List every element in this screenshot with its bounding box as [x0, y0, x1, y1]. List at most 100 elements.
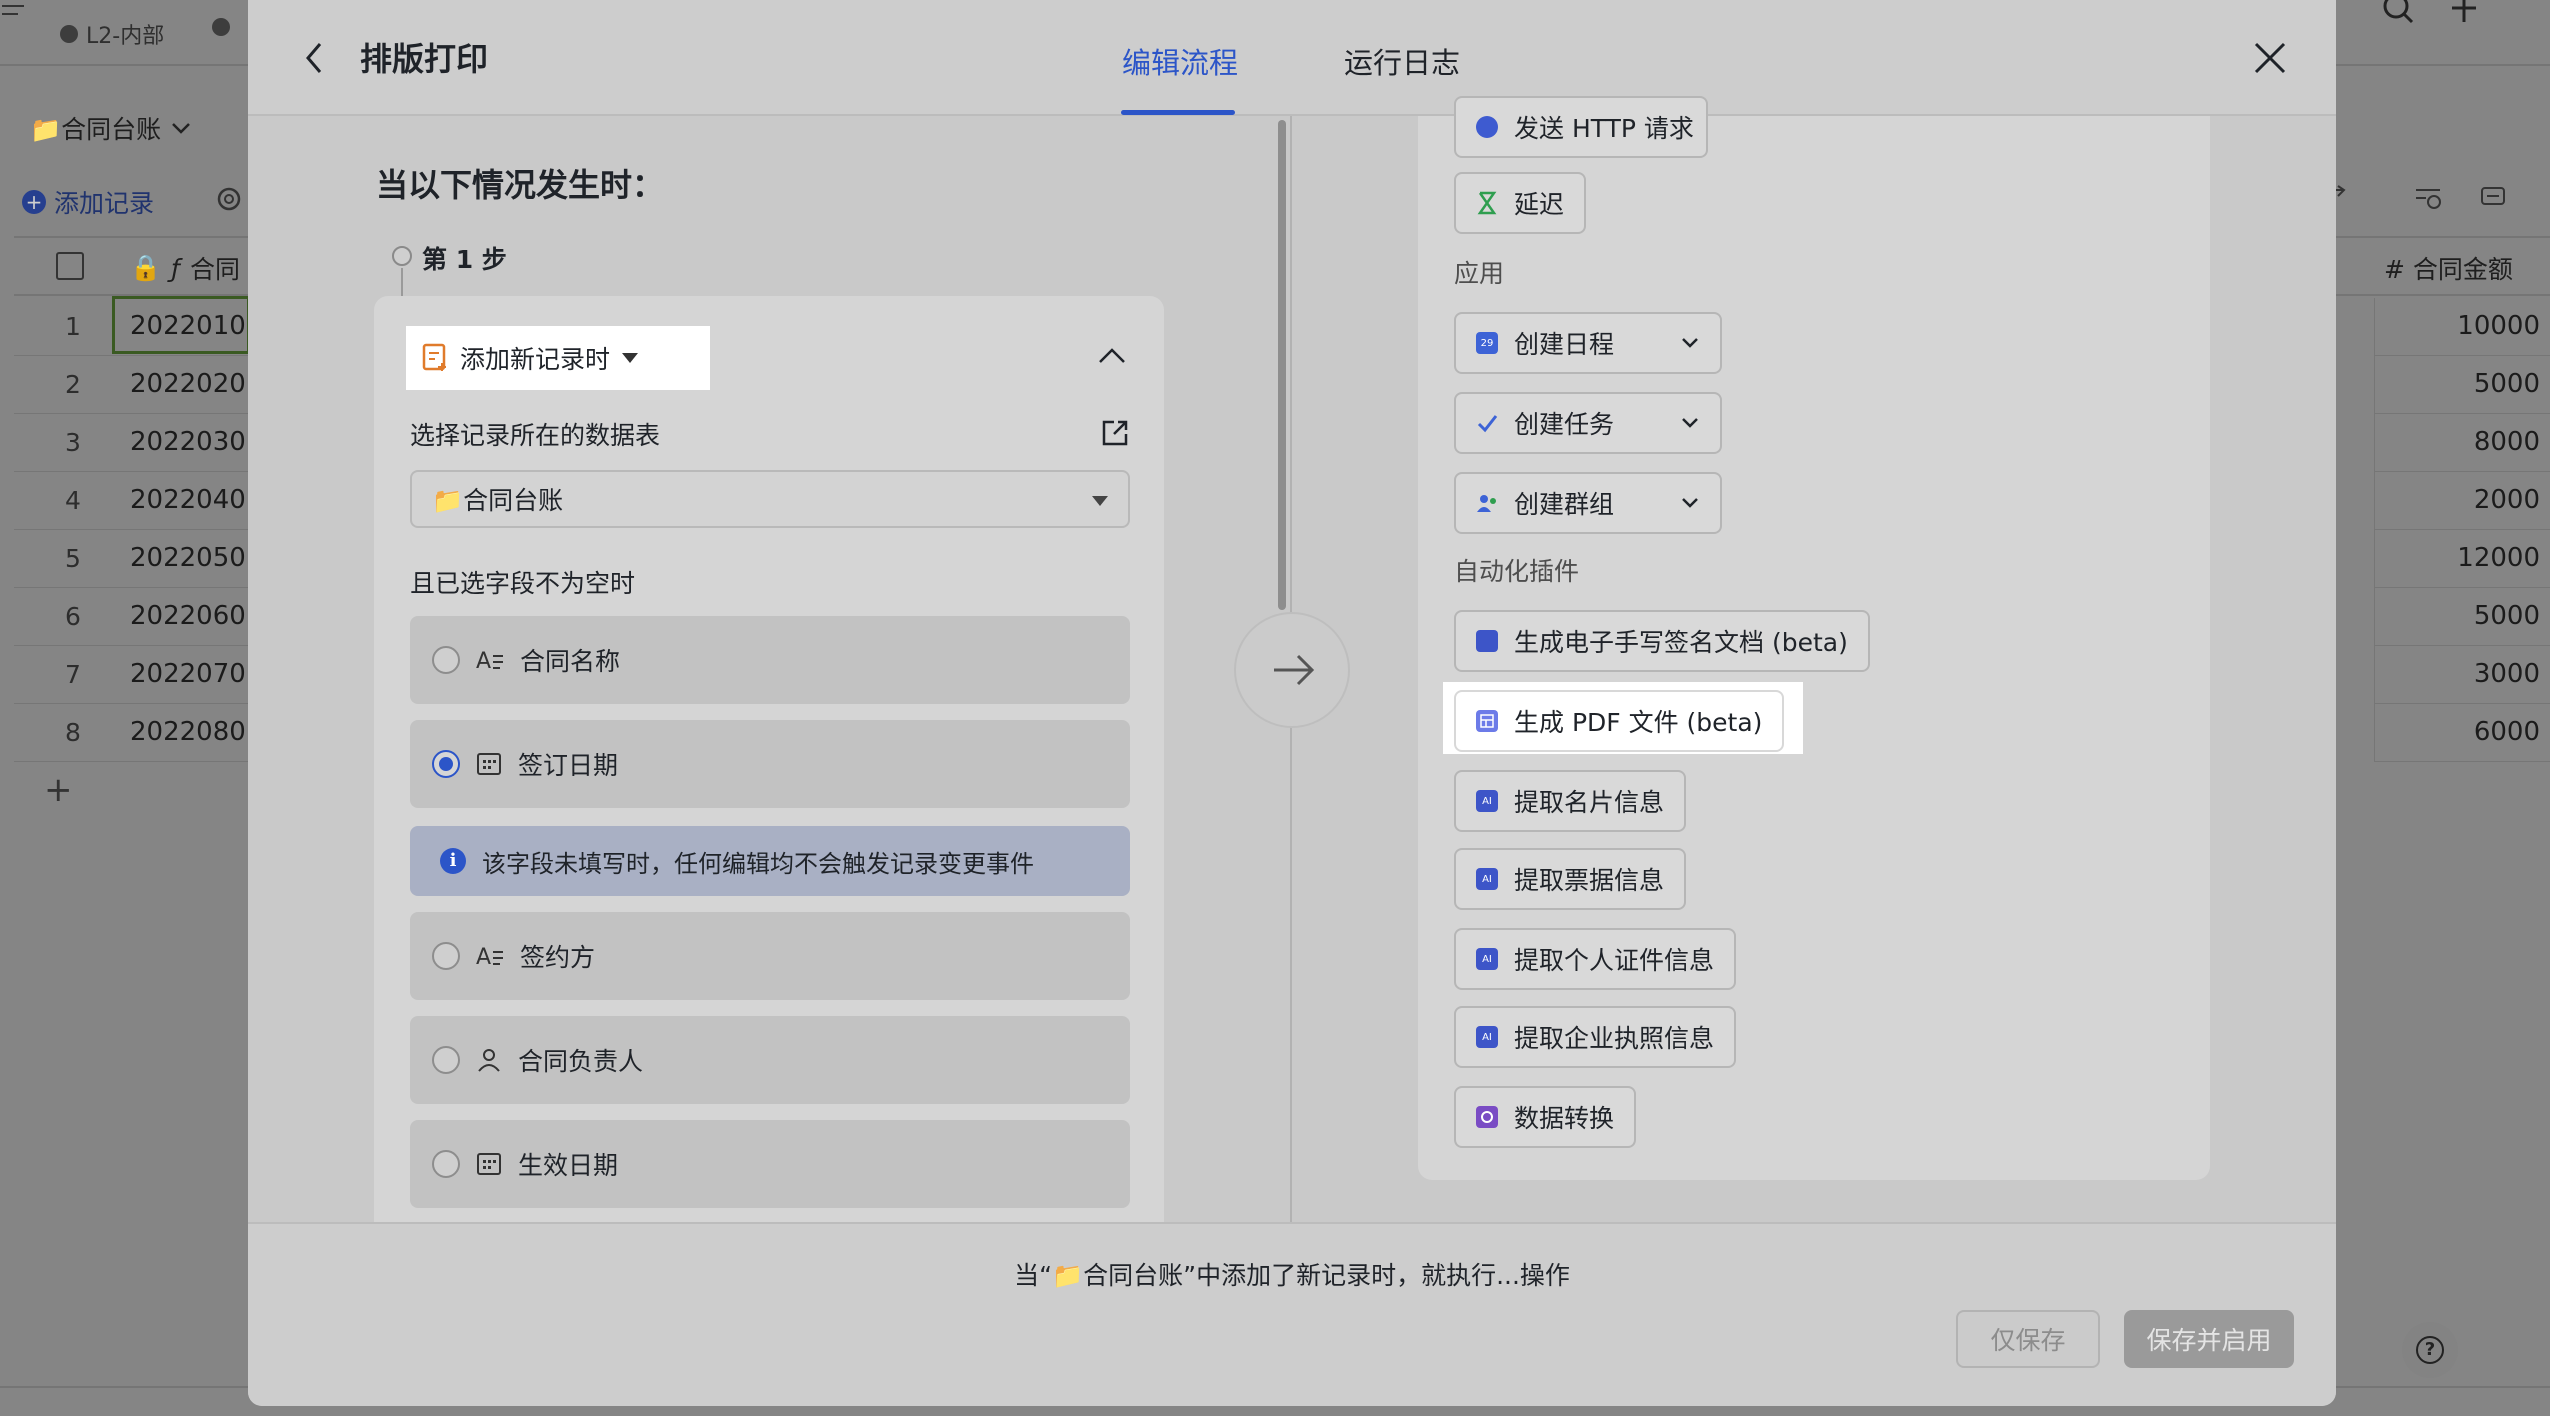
plugin-extract-business-card[interactable]: AI 提取名片信息	[1454, 770, 1687, 832]
radio-button-selected[interactable]	[432, 750, 460, 778]
action-create-group[interactable]: 创建群组	[1454, 472, 1722, 534]
action-create-task[interactable]: 创建任务	[1454, 392, 1722, 454]
radio-button[interactable]	[432, 1046, 460, 1074]
plugin-extract-receipt[interactable]: AI 提取票据信息	[1454, 848, 1687, 910]
table-select[interactable]: 📁合同台账	[410, 470, 1130, 528]
select-all-checkbox[interactable]	[56, 252, 84, 280]
pdf-doc-icon	[1476, 710, 1498, 732]
ai-doc-icon: AI	[1476, 868, 1498, 890]
table-row[interactable]: 4 20220401	[14, 472, 262, 530]
info-tag-icon	[212, 18, 230, 36]
action-create-event[interactable]: 29 创建日程	[1454, 312, 1722, 374]
amount-cell[interactable]: 2000	[2374, 472, 2550, 530]
radio-button[interactable]	[432, 1150, 460, 1178]
amount-cell[interactable]: 5000	[2374, 356, 2550, 414]
save-and-enable-button[interactable]: 保存并启用	[2124, 1310, 2294, 1368]
field-option-label: 签约方	[520, 943, 596, 972]
collapse-chevron-icon[interactable]	[1096, 344, 1128, 368]
amount-value: 10000	[2457, 311, 2540, 341]
trigger-type-select[interactable]: 添加新记录时	[406, 326, 710, 390]
add-record-button[interactable]: + 添加记录	[22, 184, 154, 220]
ai-doc-icon: AI	[1476, 1026, 1498, 1048]
search-icon[interactable]	[2378, 0, 2418, 28]
amount-value: 2000	[2473, 485, 2540, 515]
amount-cell[interactable]: 5000	[2374, 588, 2550, 646]
field-option[interactable]: 生效日期	[410, 1120, 1130, 1208]
amount-cell[interactable]: 6000	[2374, 704, 2550, 762]
signature-doc-icon	[1476, 630, 1498, 652]
close-icon[interactable]	[2250, 38, 2290, 78]
amount-cell[interactable]: 12000	[2374, 530, 2550, 588]
contract-id-cell[interactable]: 20220601	[130, 601, 262, 631]
filter-search-icon[interactable]	[2412, 184, 2446, 214]
amount-cell[interactable]: 3000	[2374, 646, 2550, 704]
column-header-amount[interactable]: # 合同金额	[2384, 250, 2513, 286]
table-row[interactable]: 8 20220801	[14, 704, 262, 762]
info-icon: i	[440, 848, 466, 874]
field-option-label: 生效日期	[518, 1151, 619, 1180]
svg-text:A: A	[476, 649, 491, 672]
step-indicator	[392, 246, 412, 266]
scrollbar[interactable]	[1278, 120, 1286, 610]
open-external-icon[interactable]	[1100, 418, 1130, 448]
data-convert-icon	[1476, 1106, 1498, 1128]
field-option[interactable]: 签订日期	[410, 720, 1130, 808]
contract-id-cell[interactable]: 20220701	[130, 659, 262, 689]
record-add-icon	[422, 343, 448, 373]
table-row[interactable]: 3 20220301	[14, 414, 262, 472]
amount-value: 12000	[2457, 543, 2540, 573]
radio-button[interactable]	[432, 942, 460, 970]
contract-id-cell[interactable]: 20220401	[130, 485, 262, 515]
field-option[interactable]: A 合同名称	[410, 616, 1130, 704]
radio-button[interactable]	[432, 646, 460, 674]
chevron-down-icon	[1680, 416, 1700, 430]
amount-cell[interactable]: 8000	[2374, 414, 2550, 472]
plugin-generate-pdf[interactable]: 生成 PDF 文件 (beta)	[1454, 690, 1785, 752]
date-field-icon	[476, 1151, 502, 1177]
view-selector[interactable]: 📁合同台账	[30, 110, 193, 146]
hourglass-icon	[1476, 191, 1498, 215]
field-option-label: 签订日期	[518, 751, 619, 780]
amount-value: 8000	[2473, 427, 2540, 457]
row-number: 7	[65, 660, 81, 689]
contract-id-cell[interactable]: 20220501	[130, 543, 262, 573]
contract-id-cell[interactable]: 20220201	[130, 369, 262, 399]
settings-icon[interactable]	[214, 184, 244, 214]
contract-id-cell[interactable]: 20220801	[130, 717, 262, 747]
field-option-label: 合同负责人	[518, 1047, 644, 1076]
help-button[interactable]: ?	[2402, 1322, 2458, 1378]
plugin-extract-id[interactable]: AI 提取个人证件信息	[1454, 928, 1737, 990]
step-label: 第 1 步	[422, 245, 507, 274]
plugin-handwritten-signature[interactable]: 生成电子手写签名文档 (beta)	[1454, 610, 1870, 672]
trigger-type-value: 添加新记录时	[460, 345, 611, 374]
trigger-card: 添加新记录时 选择记录所在的数据表 📁合同台账 且已选字段不为空时 A 合同名称	[374, 296, 1164, 1256]
automation-modal: 排版打印 编辑流程 运行日志 当以下情况发生时： 第 1 步 添加新记录时 选择…	[248, 0, 2336, 1406]
info-notice: i 该字段未填写时，任何编辑均不会触发记录变更事件	[410, 826, 1130, 896]
action-http-request[interactable]: 发送 HTTP 请求	[1454, 96, 1708, 158]
section-apps: 应用	[1454, 259, 1505, 288]
table-row[interactable]: 2 20220201	[14, 356, 262, 414]
section-plugins: 自动化插件	[1454, 557, 1580, 586]
tab-edit-flow[interactable]: 编辑流程	[1122, 40, 1238, 82]
add-icon[interactable]	[2446, 0, 2482, 28]
action-delay[interactable]: 延迟	[1454, 172, 1587, 234]
comment-icon[interactable]	[2478, 184, 2510, 214]
column-header-name[interactable]: 🔒 ƒ 合同	[130, 250, 240, 286]
field-option[interactable]: A 签约方	[410, 912, 1130, 1000]
row-number: 8	[65, 718, 81, 747]
field-option[interactable]: 合同负责人	[410, 1016, 1130, 1104]
table-row[interactable]: 5 20220501	[14, 530, 262, 588]
plugin-data-conversion[interactable]: 数据转换	[1454, 1086, 1637, 1148]
plugin-extract-license[interactable]: AI 提取企业执照信息	[1454, 1006, 1737, 1068]
save-only-button[interactable]: 仅保存	[1956, 1310, 2100, 1368]
add-row-button[interactable]: +	[44, 770, 73, 810]
table-row[interactable]: 6 20220601	[14, 588, 262, 646]
menu-collapse-icon[interactable]	[0, 0, 30, 30]
contract-id-cell[interactable]: 20220301	[130, 427, 262, 457]
tab-run-log[interactable]: 运行日志	[1344, 40, 1460, 82]
table-row[interactable]: 7 20220701	[14, 646, 262, 704]
amount-value: 5000	[2473, 369, 2540, 399]
active-tab-indicator	[1121, 110, 1235, 115]
back-icon[interactable]	[300, 38, 330, 78]
amount-cell[interactable]: 10000	[2374, 298, 2550, 356]
